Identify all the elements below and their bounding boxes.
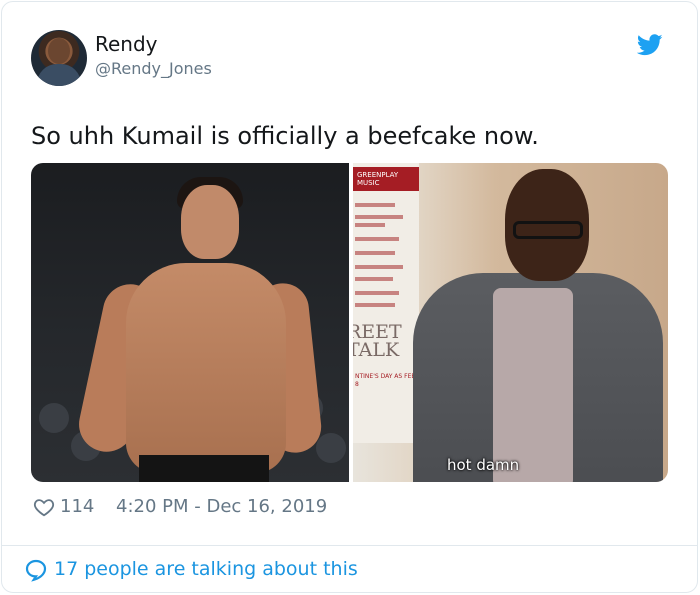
speech-bubble-icon[interactable]: [24, 558, 48, 582]
kettlebell: [39, 403, 69, 433]
twitter-bird-icon[interactable]: [637, 34, 663, 56]
talking-count-link[interactable]: 17 people are talking about this: [54, 558, 358, 580]
poster-line: [355, 203, 395, 207]
poster-line: [355, 265, 403, 269]
figure-head: [181, 185, 239, 259]
avatar-face: [48, 38, 70, 64]
heart-outline-icon[interactable]: [33, 496, 55, 518]
kettlebell: [316, 433, 346, 463]
poster-line: [355, 291, 399, 295]
figure-shorts: [139, 455, 269, 482]
movie-poster: GREENPLAY MUSIC REET TALK NTINE'S DAY AS…: [353, 163, 419, 443]
author-name[interactable]: Rendy: [95, 32, 158, 56]
tweet-header: Rendy @Rendy_Jones: [31, 30, 671, 88]
figure-torso: [126, 263, 286, 473]
poster-line: [355, 223, 385, 227]
poster-line: [355, 303, 395, 307]
poster-line: [355, 237, 399, 241]
divider: [1, 545, 698, 546]
tweet-media[interactable]: GREENPLAY MUSIC REET TALK NTINE'S DAY AS…: [31, 163, 668, 483]
avatar[interactable]: [31, 30, 87, 86]
avatar-shirt: [37, 64, 81, 86]
poster-line: [355, 251, 395, 255]
poster-line: [355, 277, 393, 281]
media-image-right[interactable]: GREENPLAY MUSIC REET TALK NTINE'S DAY AS…: [353, 163, 668, 482]
person-shirt: [493, 288, 573, 482]
poster-date: NTINE'S DAY AS FEB 8: [355, 373, 416, 388]
glasses: [513, 221, 583, 239]
poster-line: [355, 215, 403, 219]
author-handle[interactable]: @Rendy_Jones: [95, 59, 212, 78]
poster-banner-text: GREENPLAY MUSIC: [357, 171, 399, 187]
media-image-left[interactable]: [31, 163, 349, 482]
tweet-timestamp[interactable]: 4:20 PM - Dec 16, 2019: [116, 496, 327, 517]
poster-banner: GREENPLAY MUSIC: [353, 167, 419, 191]
tweet-text: So uhh Kumail is officially a beefcake n…: [31, 122, 539, 150]
like-count[interactable]: 114: [60, 496, 94, 517]
poster-title: REET TALK: [353, 321, 402, 361]
media-caption: hot damn: [447, 456, 520, 474]
